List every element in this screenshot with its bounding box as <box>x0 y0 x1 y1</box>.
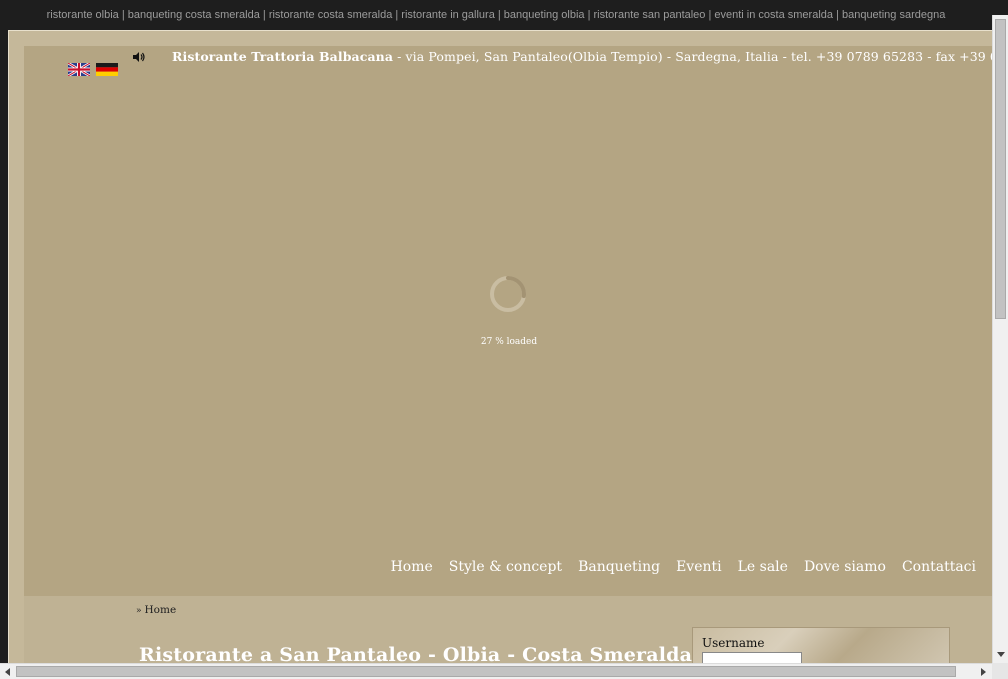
breadcrumb-separator: » <box>136 606 142 616</box>
content-area: » Home Ristorante a San Pantaleo - Olbia … <box>24 596 992 663</box>
nav-item-dove-siamo[interactable]: Dove siamo <box>804 559 886 575</box>
restaurant-address: Ristorante Trattoria Balbacana - via Pom… <box>172 49 992 64</box>
nav-item-style-concept[interactable]: Style & concept <box>449 559 562 575</box>
horizontal-scrollbar[interactable] <box>0 663 992 679</box>
scrollbar-corner <box>992 663 1008 679</box>
nav-item-banqueting[interactable]: Banqueting <box>578 559 660 575</box>
nav-item-eventi[interactable]: Eventi <box>676 559 722 575</box>
address-details: - via Pompei, San Pantaleo(Olbia Tempio)… <box>397 49 992 64</box>
seo-keywords-bar: ristorante olbia | banqueting costa smer… <box>0 0 992 30</box>
login-box: Username <box>692 627 950 663</box>
nav-item-le-sale[interactable]: Le sale <box>738 559 788 575</box>
scroll-right-icon[interactable] <box>981 668 986 676</box>
page-container: Ristorante Trattoria Balbacana - via Pom… <box>8 30 992 663</box>
loading-progress-text: 27 % loaded <box>480 337 538 347</box>
loading-spinner-icon <box>490 276 526 312</box>
username-input[interactable] <box>702 652 802 663</box>
nav-item-contattaci[interactable]: Contattaci <box>902 559 976 575</box>
uk-flag-icon[interactable] <box>68 63 90 76</box>
germany-flag-icon[interactable] <box>96 63 118 76</box>
username-label: Username <box>702 636 765 650</box>
vertical-scrollbar[interactable] <box>992 15 1008 663</box>
language-flags <box>68 63 118 76</box>
scroll-left-icon[interactable] <box>5 668 10 676</box>
horizontal-scroll-thumb[interactable] <box>16 666 956 677</box>
scroll-down-icon[interactable] <box>997 652 1005 657</box>
header-area: Ristorante Trattoria Balbacana - via Pom… <box>24 46 992 596</box>
breadcrumb-home-link[interactable]: Home <box>145 604 177 616</box>
vertical-scroll-thumb[interactable] <box>995 19 1006 319</box>
breadcrumb: » Home <box>136 604 176 616</box>
speaker-icon[interactable] <box>132 50 146 64</box>
page-title: Ristorante a San Pantaleo - Olbia - Cost… <box>139 644 693 663</box>
nav-item-home[interactable]: Home <box>391 559 433 575</box>
main-navigation: Home Style & concept Banqueting Eventi L… <box>391 559 976 575</box>
restaurant-name: Ristorante Trattoria Balbacana <box>172 49 394 64</box>
